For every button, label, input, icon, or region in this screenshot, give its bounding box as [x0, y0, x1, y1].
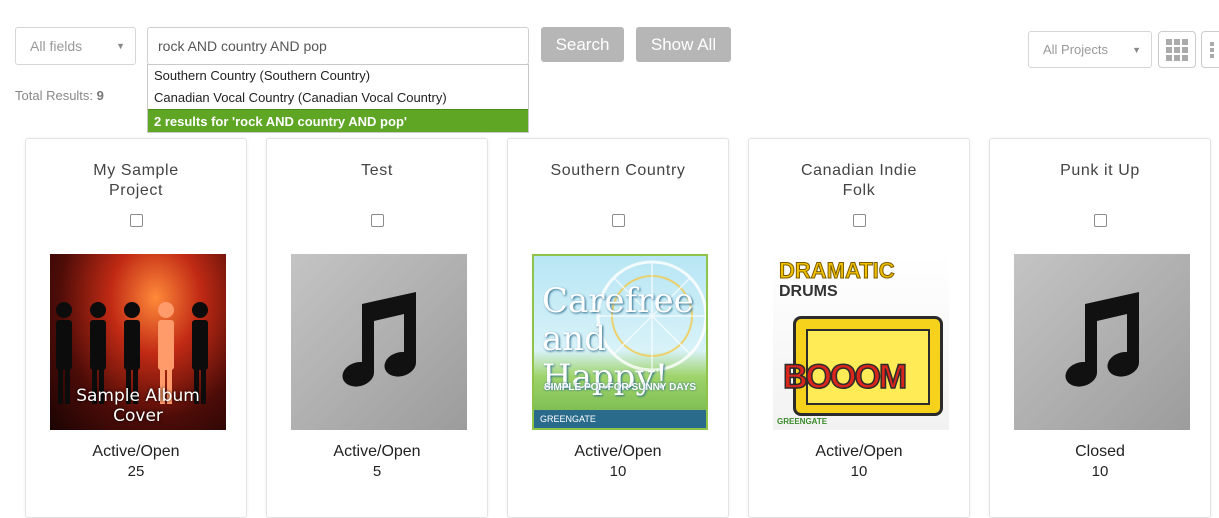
total-results-value: 9: [96, 88, 104, 103]
project-card[interactable]: Punk it Up Closed 10: [989, 138, 1211, 518]
project-count: 10: [1091, 463, 1109, 480]
project-checkbox[interactable]: [1094, 214, 1107, 227]
project-status: Closed: [1075, 443, 1125, 460]
album-cover-subtitle: SIMPLE POP FOR SUNNY DAYS: [543, 382, 697, 393]
suggestion-item[interactable]: Canadian Vocal Country (Canadian Vocal C…: [148, 87, 528, 109]
project-checkbox[interactable]: [853, 214, 866, 227]
project-select-value: All Projects: [1043, 42, 1109, 57]
project-title: Canadian Indie Folk: [800, 162, 918, 199]
search-suggestions: Southern Country (Southern Country) Cana…: [147, 64, 529, 133]
list-icon: [1210, 41, 1214, 58]
project-card[interactable]: Southern Country Carefree and Happy! SIM…: [507, 138, 729, 518]
chevron-down-icon: ▼: [116, 41, 125, 51]
project-status: Active/Open: [574, 443, 662, 460]
grid-icon: [1166, 38, 1188, 61]
album-cover-boom: BOOOM: [782, 357, 908, 397]
search-button[interactable]: Search: [541, 27, 624, 62]
album-cover-subtitle: DRUMS: [779, 283, 838, 300]
project-card[interactable]: Canadian Indie Folk DRAMATIC DRUMS BOOOM…: [748, 138, 970, 518]
project-status: Active/Open: [92, 443, 180, 460]
project-title: My Sample Project: [93, 162, 179, 199]
music-note-icon: [1065, 292, 1140, 387]
album-cover[interactable]: [1014, 254, 1190, 430]
album-cover[interactable]: DRAMATIC DRUMS BOOOM GREENGATE: [773, 254, 949, 430]
search-input[interactable]: [147, 27, 529, 65]
project-select[interactable]: All Projects ▼: [1028, 31, 1152, 68]
total-results-label: Total Results:: [15, 88, 94, 103]
suggestions-results-summary: 2 results for 'rock AND country AND pop': [148, 109, 528, 132]
project-title: Test: [361, 162, 393, 179]
project-count: 10: [850, 463, 868, 480]
project-count: 10: [609, 463, 627, 480]
album-cover-title: Carefree and Happy!: [542, 281, 694, 397]
project-title: Southern Country: [550, 162, 686, 179]
field-select[interactable]: All fields ▼: [15, 27, 136, 65]
album-cover[interactable]: Sample Album Cover: [50, 254, 226, 430]
project-checkbox[interactable]: [130, 214, 143, 227]
album-cover[interactable]: [291, 254, 467, 430]
project-count: 25: [127, 463, 145, 480]
suggestion-item[interactable]: Southern Country (Southern Country): [148, 65, 528, 87]
album-cover[interactable]: Carefree and Happy! SIMPLE POP FOR SUNNY…: [532, 254, 708, 430]
project-title: Punk it Up: [1060, 162, 1140, 179]
music-note-icon: [342, 292, 417, 387]
project-checkbox[interactable]: [612, 214, 625, 227]
chevron-down-icon: ▼: [1132, 44, 1141, 55]
project-count: 5: [372, 463, 382, 480]
project-card[interactable]: My Sample Project Sample Album Cover Act…: [25, 138, 247, 518]
album-cover-title: DRAMATIC: [779, 258, 896, 284]
grid-view-button[interactable]: [1158, 31, 1196, 68]
field-select-value: All fields: [30, 38, 83, 54]
project-status: Active/Open: [815, 443, 903, 460]
album-cover-label: GREENGATE: [534, 410, 706, 428]
project-card[interactable]: Test Active/Open 5: [266, 138, 488, 518]
list-view-button[interactable]: [1201, 31, 1219, 68]
album-cover-caption: Sample Album Cover: [76, 386, 200, 426]
total-results: Total Results: 9: [15, 88, 104, 103]
project-status: Active/Open: [333, 443, 421, 460]
album-cover-label: GREENGATE: [777, 417, 828, 426]
project-checkbox[interactable]: [371, 214, 384, 227]
show-all-button[interactable]: Show All: [636, 27, 731, 62]
